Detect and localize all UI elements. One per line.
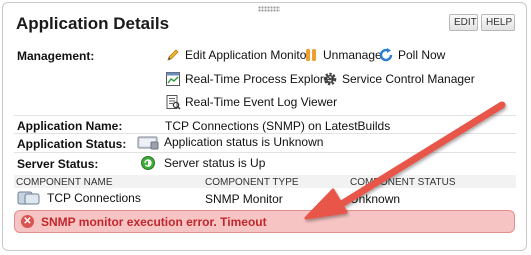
edit-application-monitor-link[interactable]: Edit Application Monitor [165,47,310,63]
poll-now-label: Poll Now [398,48,446,62]
application-name-value: TCP Connections (SNMP) on LatestBuilds [165,119,391,133]
column-header-component-name: COMPONENT NAME [16,177,113,188]
drag-handle[interactable] [258,6,280,12]
table-row[interactable]: TCP Connections [17,190,141,206]
help-button[interactable]: HELP [481,14,515,31]
application-status: Application status is Unknown [137,134,323,150]
service-control-manager-link[interactable]: Service Control Manager [322,71,475,87]
edit-application-monitor-label: Edit Application Monitor [185,48,311,62]
server-status: Server status is Up [140,155,265,171]
real-time-process-explorer-link[interactable]: Real-Time Process Explorer [165,71,335,87]
error-icon: ✕ [21,215,34,228]
refresh-icon [378,47,394,63]
server-status-up-icon [140,155,156,171]
divider [14,115,516,116]
server-status-value: Server status is Up [164,156,266,170]
pause-icon [303,47,319,63]
real-time-event-log-viewer-label: Real-Time Event Log Viewer [185,95,338,109]
poll-now-link[interactable]: Poll Now [378,47,445,63]
column-header-component-type: COMPONENT TYPE [205,177,299,188]
application-status-label: Application Status: [17,137,127,151]
page-title: Application Details [16,14,170,33]
component-type: SNMP Monitor [205,192,283,206]
component-name: TCP Connections [47,191,141,205]
column-header-component-status: COMPONENT STATUS [350,177,456,188]
pencil-icon [165,47,181,63]
component-icon [17,190,41,206]
unmanage-label: Unmanage [323,48,382,62]
event-log-icon [165,94,181,110]
process-explorer-icon [165,71,181,87]
service-control-manager-label: Service Control Manager [342,72,475,86]
unmanage-link[interactable]: Unmanage [303,47,382,63]
application-name-label: Application Name: [17,119,123,133]
real-time-process-explorer-label: Real-Time Process Explorer [185,72,335,86]
server-status-label: Server Status: [17,157,99,171]
real-time-event-log-viewer-link[interactable]: Real-Time Event Log Viewer [165,94,337,110]
application-status-value: Application status is Unknown [164,135,324,149]
error-banner: ✕ SNMP monitor execution error. Timeout [14,210,515,233]
management-label: Management: [17,49,95,63]
gear-icon [322,71,338,87]
divider [14,152,516,153]
edit-button[interactable]: EDIT [449,14,478,31]
error-message: SNMP monitor execution error. Timeout [41,215,267,229]
application-status-unknown-icon [137,134,159,150]
component-status: Unknown [350,192,401,206]
